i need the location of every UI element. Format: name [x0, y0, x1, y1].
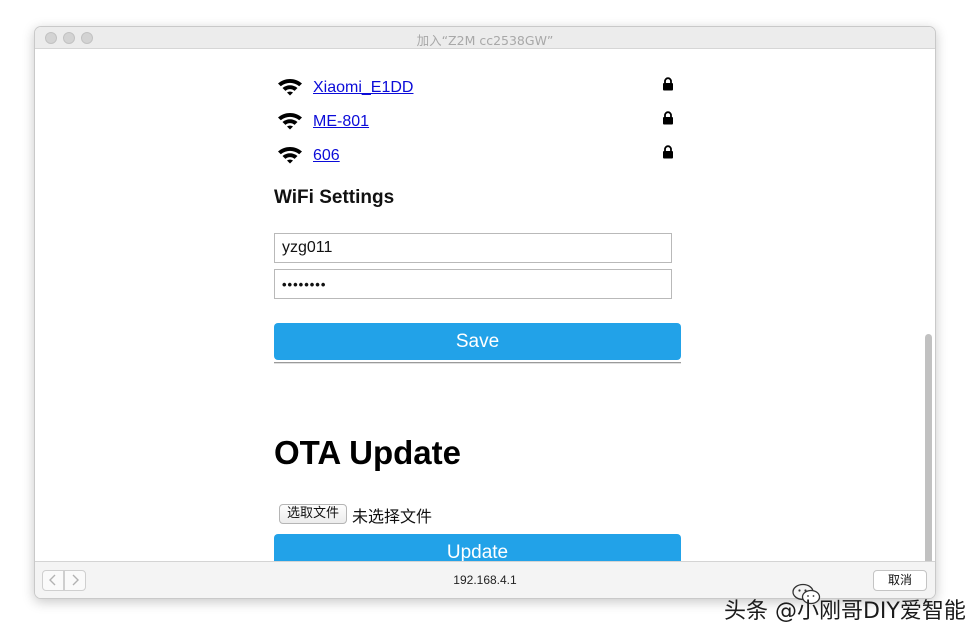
- title-bar: 加入“Z2M cc2538GW”: [35, 27, 935, 49]
- lock-icon: [663, 77, 673, 91]
- network-list-item[interactable]: ME-801: [277, 110, 677, 136]
- join-network-window: 加入“Z2M cc2538GW” Xiaomi_E1DD ME-801 606 …: [34, 26, 936, 599]
- network-name-link[interactable]: ME-801: [313, 113, 369, 131]
- wifi-icon: [278, 147, 302, 164]
- network-list-item[interactable]: 606: [277, 144, 677, 170]
- watermark-text: 头条 @小刚哥DIY爱智能: [724, 599, 966, 624]
- save-button[interactable]: Save: [274, 323, 681, 360]
- cancel-button[interactable]: 取消: [873, 570, 927, 591]
- lock-icon: [663, 111, 673, 125]
- choose-file-button[interactable]: 选取文件: [279, 504, 348, 524]
- wifi-icon: [278, 79, 302, 96]
- lock-icon: [663, 145, 673, 159]
- ota-update-heading: OTA Update: [274, 434, 461, 471]
- network-list-item[interactable]: Xiaomi_E1DD: [277, 76, 677, 102]
- network-name-link[interactable]: Xiaomi_E1DD: [313, 79, 413, 97]
- section-divider: [274, 362, 681, 364]
- network-name-link[interactable]: 606: [313, 147, 340, 165]
- file-status-text: 未选择文件: [352, 507, 433, 526]
- captive-portal-page: Xiaomi_E1DD ME-801 606 WiFi Settings yzg…: [35, 49, 935, 561]
- wifi-settings-heading: WiFi Settings: [274, 187, 395, 208]
- window-title: 加入“Z2M cc2538GW”: [416, 33, 554, 48]
- vertical-scrollbar[interactable]: [925, 334, 932, 561]
- password-input[interactable]: ••••••••: [274, 269, 672, 299]
- wifi-icon: [278, 113, 302, 130]
- update-button[interactable]: Update: [274, 534, 681, 561]
- ssid-input[interactable]: yzg011: [274, 233, 672, 263]
